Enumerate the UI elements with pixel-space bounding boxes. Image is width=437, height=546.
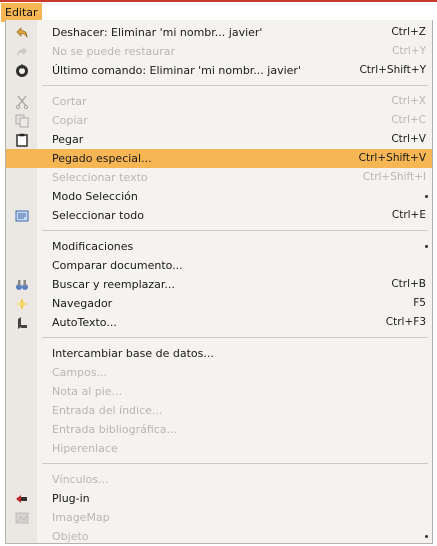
menu-item-label: Intercambiar base de datos...	[52, 347, 214, 360]
menu-item-label: Plug-in	[52, 492, 90, 505]
menu-item-label: Modificaciones	[52, 240, 134, 253]
menu-item-label: Seleccionar todo	[52, 209, 144, 222]
menu-item-label: Buscar y reemplazar...	[52, 278, 175, 291]
copy-icon	[14, 113, 29, 128]
redo-icon	[14, 44, 29, 59]
compass-icon	[14, 296, 29, 311]
menu-separator	[42, 230, 428, 231]
menu-item-nota-al-pie: Nota al pie...	[6, 382, 432, 401]
menu-item-shortcut: Ctrl+Y	[392, 45, 426, 57]
menu-item-label: Cortar	[52, 95, 87, 108]
menu-item-shortcut: Ctrl+Shift+I	[362, 171, 426, 183]
menu-item-label: Modo Selección	[52, 190, 138, 203]
menu-item-modificaciones[interactable]: Modificaciones	[6, 237, 432, 256]
menu-item-no-se-puede-restaurar: No se puede restaurar Ctrl+Y	[6, 42, 432, 61]
menu-item-shortcut: Ctrl+F3	[385, 316, 426, 328]
menu-item-label: Objeto	[52, 530, 89, 543]
menu-item-label: Nota al pie...	[52, 385, 123, 398]
menu-item-label: No se puede restaurar	[52, 45, 176, 58]
menu-item-label: Deshacer: Eliminar 'mi nombr... javier'	[52, 26, 263, 39]
menu-item-shortcut: Ctrl+X	[391, 95, 426, 107]
menu-item-vinculos: Vínculos...	[6, 470, 432, 489]
menu-item-seleccionar-texto: Seleccionar texto Ctrl+Shift+I	[6, 168, 432, 187]
menu-item-label: Seleccionar texto	[52, 171, 148, 184]
menu-item-seleccionar-todo[interactable]: Seleccionar todo Ctrl+E	[6, 206, 432, 225]
menu-editar-label: Editar	[5, 6, 38, 19]
menu-item-cortar: Cortar Ctrl+X	[6, 92, 432, 111]
menu-separator	[42, 337, 428, 338]
menu-item-deshacer-eliminar-mi-nombr-javier[interactable]: Deshacer: Eliminar 'mi nombr... javier' C…	[6, 23, 432, 42]
binoculars-icon	[14, 277, 29, 292]
menu-item-label: ImageMap	[52, 511, 110, 524]
menu-item-label: Navegador	[52, 297, 113, 310]
menu-item-hiperenlace: Hiperenlace	[6, 439, 432, 458]
menu-item-shortcut: Ctrl+B	[391, 278, 426, 290]
menu-item-campos: Campos...	[6, 363, 432, 382]
menu-item-shortcut: Ctrl+Shift+V	[358, 152, 426, 164]
menu-separator	[42, 463, 428, 464]
menu-item-buscar-y-reemplazar[interactable]: Buscar y reemplazar... Ctrl+B	[6, 275, 432, 294]
menu-item-label: Hiperenlace	[52, 442, 118, 455]
menu-item-comparar-documento[interactable]: Comparar documento...	[6, 256, 432, 275]
menu-item-label: Copiar	[52, 114, 88, 127]
menu-item-label: Último comando: Eliminar 'mi nombr... ja…	[52, 64, 301, 77]
menu-item-label: Pegado especial...	[52, 152, 152, 165]
menu-item-shortcut: Ctrl+Z	[391, 26, 426, 38]
submenu-arrow-icon	[425, 195, 428, 198]
menu-item-label: Vínculos...	[52, 473, 109, 486]
menu-item-navegador[interactable]: Navegador F5	[6, 294, 432, 313]
menu-separator	[42, 85, 428, 86]
menu-item-autotexto[interactable]: AutoTexto... Ctrl+F3	[6, 313, 432, 332]
clipboard-icon	[14, 132, 29, 147]
menu-item-shortcut: Ctrl+E	[391, 209, 426, 221]
select-all-icon	[14, 208, 29, 223]
scissors-icon	[14, 94, 29, 109]
menu-item-objeto: Objeto	[6, 527, 432, 546]
menu-item-shortcut: Ctrl+Shift+Y	[359, 64, 426, 76]
menu-item-ultimo-comando-eliminar-mi-nombr-javier[interactable]: Último comando: Eliminar 'mi nombr... ja…	[6, 61, 432, 80]
menu-item-imagemap: ImageMap	[6, 508, 432, 527]
menu-item-shortcut: Ctrl+V	[391, 133, 426, 145]
undo-icon	[14, 25, 29, 40]
menu-item-label: Campos...	[52, 366, 108, 379]
menu-item-copiar: Copiar Ctrl+C	[6, 111, 432, 130]
autotext-icon	[14, 315, 29, 330]
menu-item-plug-in[interactable]: Plug-in	[6, 489, 432, 508]
submenu-arrow-icon	[425, 535, 428, 538]
plugin-icon	[14, 491, 29, 506]
menu-item-entrada-del-indice: Entrada del índice...	[6, 401, 432, 420]
menu-item-shortcut: F5	[413, 297, 426, 309]
submenu-arrow-icon	[425, 245, 428, 248]
menu-item-modo-seleccion[interactable]: Modo Selección	[6, 187, 432, 206]
imagemap-icon	[14, 510, 29, 525]
edit-dropdown-menu: Deshacer: Eliminar 'mi nombr... javier' C…	[5, 20, 433, 544]
menu-item-intercambiar-base-de-datos[interactable]: Intercambiar base de datos...	[6, 344, 432, 363]
menu-item-label: Entrada bibliográfica...	[52, 423, 178, 436]
repeat-icon	[14, 63, 29, 78]
menu-item-pegar[interactable]: Pegar Ctrl+V	[6, 130, 432, 149]
menubar: Editar	[0, 0, 437, 22]
menu-item-label: AutoTexto...	[52, 316, 117, 329]
menu-item-pegado-especial[interactable]: Pegado especial... Ctrl+Shift+V	[6, 149, 432, 168]
menu-item-label: Comparar documento...	[52, 259, 183, 272]
menu-item-label: Entrada del índice...	[52, 404, 163, 417]
menu-item-entrada-bibliografica: Entrada bibliográfica...	[6, 420, 432, 439]
menu-item-label: Pegar	[52, 133, 84, 146]
menu-item-shortcut: Ctrl+C	[391, 114, 426, 126]
